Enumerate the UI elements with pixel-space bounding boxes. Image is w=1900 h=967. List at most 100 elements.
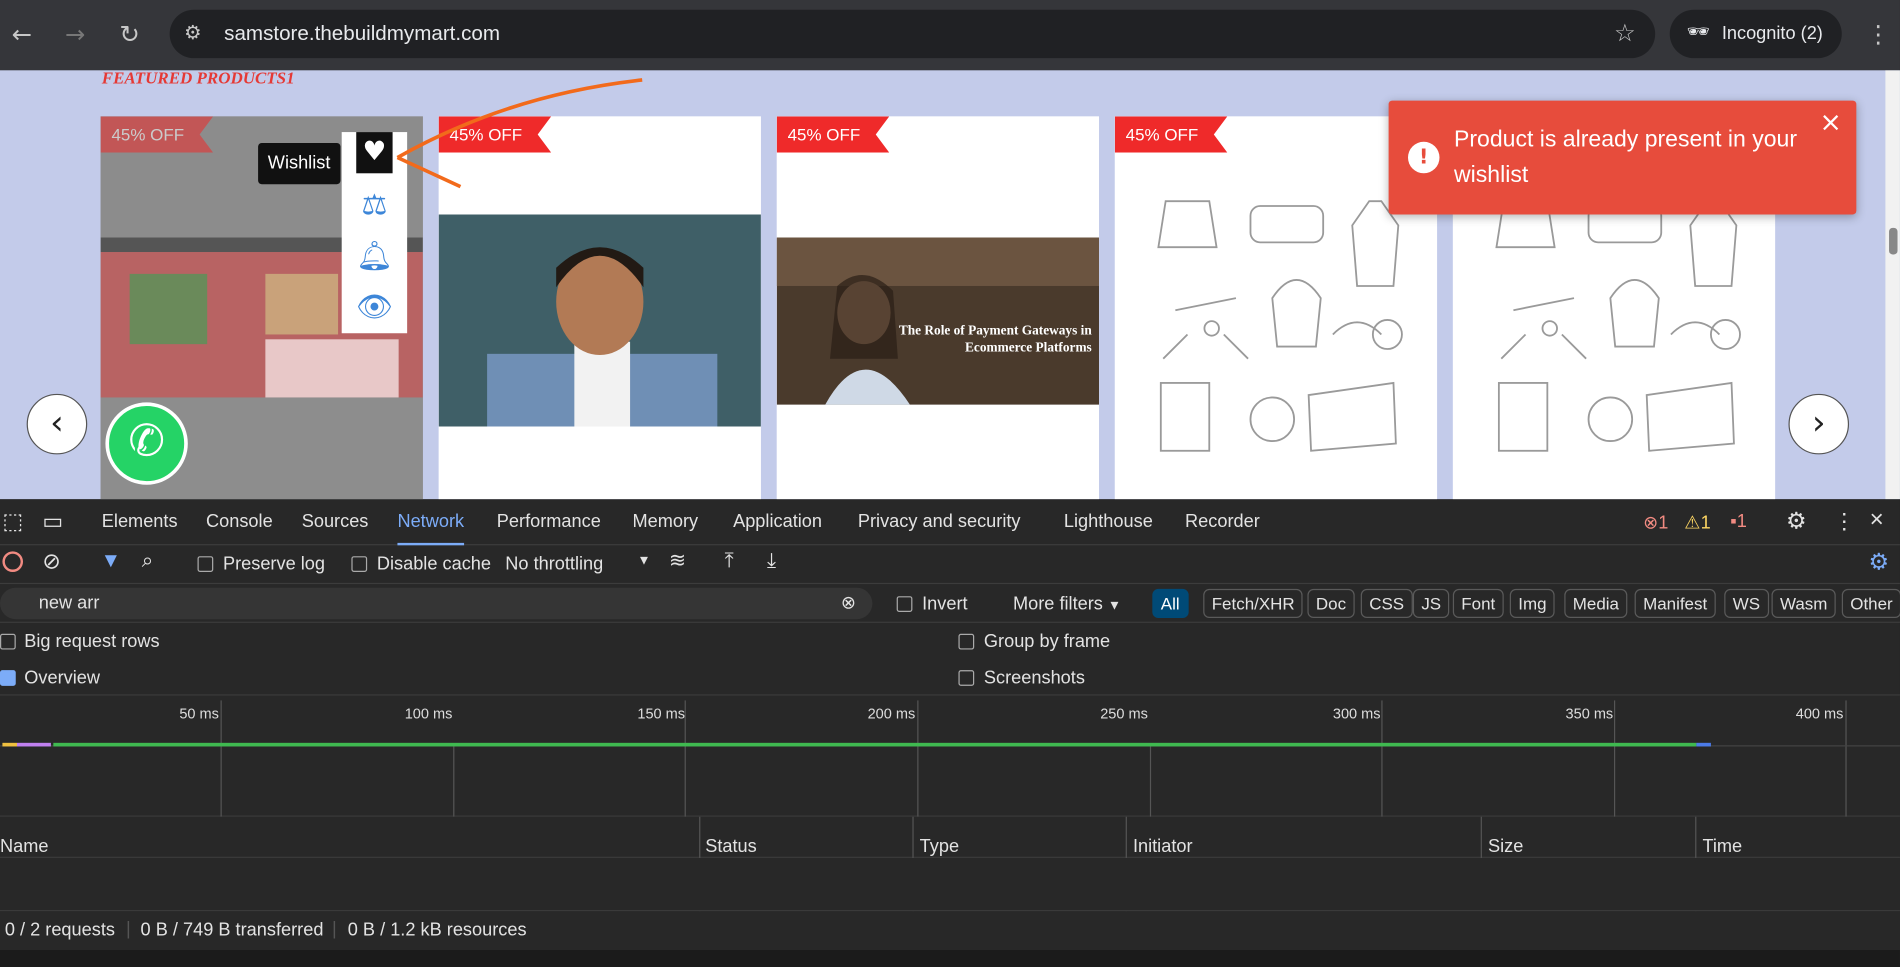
throttling-select[interactable]: No throttling [505, 554, 603, 575]
notify-bell-icon[interactable]: 🔔︎ [342, 231, 407, 279]
disable-cache-checkbox[interactable] [351, 556, 368, 572]
tick-label: 250 ms [1100, 705, 1148, 723]
preserve-log-checkbox[interactable] [197, 556, 214, 572]
site-info-icon[interactable]: ⚙ [184, 21, 201, 44]
type-img[interactable]: Img [1509, 588, 1556, 619]
alert-icon: ! [1407, 141, 1440, 174]
warning-icon: ⚠ [1684, 512, 1701, 534]
incognito-button[interactable]: 🕶 Incognito (2) [1669, 9, 1842, 59]
menu-kebab-icon[interactable]: ⋮ [1866, 19, 1890, 48]
settings-gear-icon[interactable]: ⚙ [1786, 508, 1807, 536]
grid-line [220, 700, 222, 817]
bookmark-star-icon[interactable]: ☆ [1614, 18, 1636, 47]
column-name[interactable]: Name [0, 836, 48, 857]
tab-performance[interactable]: Performance [497, 499, 601, 545]
product-card-3[interactable]: 45% OFF The Role of Payment Gateways in … [776, 116, 1100, 500]
reload-icon[interactable]: ↻ [113, 17, 147, 51]
browser-toolbar: ← → ↻ ⚙ samstore.thebuildmymart.com ☆ 🕶 … [0, 0, 1900, 71]
column-size[interactable]: Size [1488, 836, 1523, 857]
back-icon[interactable]: ← [5, 17, 39, 51]
type-media[interactable]: Media [1564, 588, 1628, 619]
more-filters-button[interactable]: More filters ▼ [1013, 594, 1121, 615]
tab-recorder[interactable]: Recorder [1185, 499, 1260, 545]
grid-line [1149, 746, 1152, 817]
error-count[interactable]: ⊗1 [1643, 511, 1668, 534]
filter-input[interactable]: new arr ⊗ [0, 587, 873, 620]
quick-view-eye-icon[interactable]: 👁︎ [342, 282, 407, 330]
type-fetch-xhr[interactable]: Fetch/XHR [1203, 588, 1304, 619]
overview-label: Overview [24, 667, 100, 689]
big-rows-checkbox[interactable] [0, 633, 16, 650]
warning-count[interactable]: ⚠1 [1684, 511, 1711, 534]
group-by-frame-checkbox[interactable] [958, 633, 975, 650]
whatsapp-icon[interactable]: ✆ [105, 402, 188, 485]
overview-checkbox[interactable] [0, 670, 16, 686]
close-devtools-icon[interactable]: × [1870, 507, 1884, 535]
device-toolbar-icon[interactable]: ▭ [42, 509, 63, 534]
type-doc[interactable]: Doc [1307, 588, 1355, 619]
devtools-menu-icon[interactable]: ⋮ [1833, 509, 1855, 534]
discount-badge: 45% OFF [1114, 116, 1228, 153]
address-bar[interactable]: ⚙ samstore.thebuildmymart.com ☆ [169, 9, 1656, 59]
product-image-4 [1157, 200, 1403, 452]
tab-elements[interactable]: Elements [102, 499, 178, 545]
column-initiator[interactable]: Initiator [1133, 836, 1193, 857]
tick-label: 200 ms [867, 705, 916, 723]
product-image-2 [438, 214, 761, 427]
search-icon[interactable]: ⌕ [142, 549, 154, 573]
export-har-icon[interactable]: ⤓ [767, 549, 776, 573]
column-status[interactable]: Status [705, 836, 757, 857]
issues-count[interactable]: ▪1 [1730, 511, 1747, 532]
image-caption: The Role of Payment Gateways in Ecommerc… [898, 323, 1092, 356]
chevron-down-icon: ▼ [1107, 598, 1122, 614]
timeline-overview[interactable] [0, 695, 1900, 817]
invert-checkbox[interactable] [896, 596, 913, 612]
tick-label: 150 ms [637, 705, 686, 723]
divider: | [126, 918, 131, 940]
type-css[interactable]: CSS [1360, 588, 1413, 619]
tab-sources[interactable]: Sources [302, 499, 369, 545]
group-by-frame-label: Group by frame [983, 631, 1111, 652]
record-icon[interactable] [2, 551, 24, 572]
tab-application[interactable]: Application [733, 499, 822, 545]
tick-label: 400 ms [1795, 705, 1844, 723]
filter-icon[interactable]: ▼ [101, 549, 121, 573]
tab-console[interactable]: Console [206, 499, 273, 545]
network-settings-icon[interactable]: ⚙ [1868, 549, 1889, 577]
clear-filter-icon[interactable]: ⊗ [841, 591, 856, 614]
forward-icon[interactable]: → [58, 17, 92, 51]
scroll-thumb[interactable] [1889, 227, 1898, 255]
carousel-next-button[interactable]: › [1788, 393, 1850, 455]
type-js[interactable]: JS [1412, 588, 1450, 619]
tab-privacy[interactable]: Privacy and security [858, 499, 1021, 545]
column-time[interactable]: Time [1702, 836, 1742, 857]
warning-count-value: 1 [1700, 512, 1711, 534]
big-rows-label: Big request rows [24, 631, 160, 652]
type-all[interactable]: All [1152, 588, 1189, 619]
section-title: FEATURED PRODUCTS1 [101, 70, 295, 89]
screenshots-checkbox[interactable] [958, 670, 975, 686]
column-type[interactable]: Type [920, 836, 959, 857]
type-other[interactable]: Other [1841, 588, 1900, 619]
clear-icon[interactable]: ⊘ [42, 549, 60, 574]
type-manifest[interactable]: Manifest [1634, 588, 1716, 619]
type-font[interactable]: Font [1452, 588, 1504, 619]
tab-memory[interactable]: Memory [633, 499, 699, 545]
page-scrollbar[interactable] [1885, 70, 1900, 500]
type-wasm[interactable]: Wasm [1771, 588, 1836, 619]
requests-count: 0 / 2 requests [4, 919, 115, 941]
tick-label: 300 ms [1332, 705, 1381, 723]
close-icon[interactable]: × [1819, 108, 1841, 138]
import-har-icon[interactable]: ⤒ [725, 549, 734, 573]
inspect-element-icon[interactable]: ⬚ [2, 509, 23, 534]
chevron-down-icon: ▼ [637, 553, 651, 569]
network-conditions-icon[interactable]: ≋ [669, 549, 686, 573]
tab-lighthouse[interactable]: Lighthouse [1064, 499, 1153, 545]
resources-size: 0 B / 1.2 kB resources [347, 919, 527, 941]
incognito-icon: 🕶 [1686, 21, 1710, 43]
devtools-panel: ⬚ ▭ Elements Console Sources Network Per… [0, 499, 1900, 967]
type-ws[interactable]: WS [1724, 588, 1769, 619]
carousel-prev-button[interactable]: ‹ [26, 393, 88, 455]
tab-network[interactable]: Network [397, 499, 465, 546]
incognito-label: Incognito (2) [1721, 23, 1823, 44]
